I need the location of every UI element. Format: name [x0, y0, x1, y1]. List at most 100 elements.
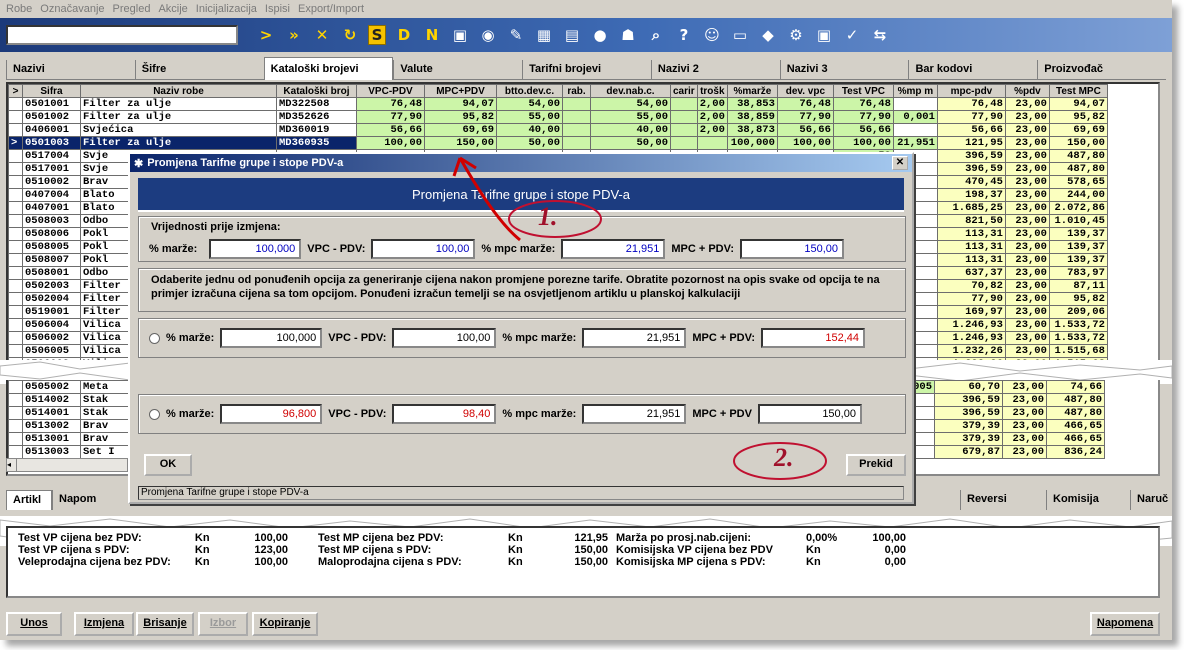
- column-header[interactable]: rab.: [562, 84, 591, 98]
- opt2-mpc-field[interactable]: 150,00: [757, 404, 862, 424]
- column-header[interactable]: trošk: [696, 84, 728, 98]
- table-row[interactable]: >0501003 Filter za ulje MD360935 100,00 150,…: [8, 136, 1108, 150]
- tab-2[interactable]: Kataloški brojevi: [263, 57, 394, 80]
- opt2-vpc-field[interactable]: 98,40: [392, 404, 497, 424]
- toolbar-icon-5[interactable]: D: [394, 25, 414, 45]
- toolbar-icon-9[interactable]: ✎: [506, 25, 526, 45]
- column-header[interactable]: Naziv robe: [80, 84, 277, 98]
- column-header[interactable]: VPC-PDV: [356, 84, 425, 98]
- toolbar-icon-7[interactable]: ▣: [450, 25, 470, 45]
- column-header[interactable]: mpc-pdv: [936, 84, 1006, 98]
- table-cell: 0501001: [22, 97, 81, 111]
- option1-panel[interactable]: % marže: 100,000 VPC - PDV: 100,00 % mpc…: [138, 318, 906, 358]
- toolbar-icon-17[interactable]: ▭: [730, 25, 750, 45]
- izmjena-button[interactable]: Izmjena: [74, 612, 134, 636]
- toolbar-icon-18[interactable]: ◆: [758, 25, 778, 45]
- toolbar-icon-13[interactable]: ☗: [618, 25, 638, 45]
- izbor-button[interactable]: Izbor: [198, 612, 248, 636]
- toolbar-icon-3[interactable]: ↻: [340, 25, 360, 45]
- column-header[interactable]: %mp m: [892, 84, 938, 98]
- toolbar-icon-19[interactable]: ⚙: [786, 25, 806, 45]
- detail-unit: Kn: [508, 556, 523, 568]
- table-cell: [8, 253, 23, 267]
- before-mpc-field[interactable]: 150,00: [740, 239, 845, 259]
- toolbar-icon-14[interactable]: ⌕: [646, 25, 666, 45]
- tab-4[interactable]: Tarifni brojevi: [522, 60, 651, 79]
- horizontal-scrollbar[interactable]: ◂: [6, 458, 128, 472]
- unos-button[interactable]: Unos: [6, 612, 62, 636]
- column-header[interactable]: Sifra: [22, 84, 81, 98]
- opt1-mpc-field[interactable]: 152,44: [761, 328, 866, 348]
- tab-artikl[interactable]: Artikl: [6, 490, 52, 510]
- brisanje-button[interactable]: Brisanje: [136, 612, 194, 636]
- tab-komisija[interactable]: Komisija: [1046, 490, 1130, 510]
- column-header[interactable]: %pdv: [1004, 84, 1050, 98]
- option2-panel[interactable]: % marže: 96,800 VPC - PDV: 98,40 % mpc m…: [138, 394, 906, 434]
- tab-5[interactable]: Nazivi 2: [650, 60, 780, 79]
- tab-napomena[interactable]: Napom: [52, 490, 96, 510]
- cancel-button[interactable]: Prekid: [846, 454, 906, 476]
- tab-reversi[interactable]: Reversi: [960, 490, 1046, 510]
- toolbar-icon-21[interactable]: ✓: [842, 25, 862, 45]
- close-button[interactable]: ✕: [892, 156, 908, 170]
- opt1-vpc-field[interactable]: 100,00: [392, 328, 497, 348]
- column-header[interactable]: carir: [670, 84, 698, 98]
- opt2-marze-field[interactable]: 96,800: [220, 404, 323, 424]
- napomena-button[interactable]: Napomena: [1090, 612, 1160, 636]
- table-row[interactable]: 0406001 Svjećica MD360019 56,66 69,69 40,00 40…: [8, 123, 1108, 137]
- ok-button[interactable]: OK: [144, 454, 192, 476]
- menu-item-1[interactable]: Označavanje: [40, 3, 104, 15]
- column-header[interactable]: btto.dev.c.: [496, 84, 563, 98]
- toolbar-icon-22[interactable]: ⇆: [870, 25, 890, 45]
- menu-item-5[interactable]: Ispisi: [265, 3, 290, 15]
- column-header[interactable]: dev.nab.c.: [590, 84, 671, 98]
- option1-radio[interactable]: [149, 332, 160, 344]
- option2-radio[interactable]: [149, 408, 160, 420]
- table-row[interactable]: 0501001 Filter za ulje MD322508 76,48 94,07 5…: [8, 97, 1108, 111]
- toolbar-icon-20[interactable]: ▣: [814, 25, 834, 45]
- opt1-mpc-marze-field[interactable]: 21,951: [582, 328, 687, 348]
- column-header[interactable]: MPC+PDV: [424, 84, 497, 98]
- tab-0[interactable]: Nazivi: [6, 60, 135, 79]
- menu-item-3[interactable]: Akcije: [158, 3, 187, 15]
- toolbar-icon-10[interactable]: ▦: [534, 25, 554, 45]
- column-header[interactable]: Kataloški broj: [276, 84, 357, 98]
- column-header[interactable]: dev. vpc: [776, 84, 834, 98]
- column-header[interactable]: >: [8, 84, 23, 98]
- tab-3[interactable]: Valute: [393, 60, 522, 79]
- tab-narudzbe[interactable]: Naruč: [1130, 490, 1168, 510]
- toolbar-icon-12[interactable]: ●: [590, 25, 610, 45]
- table-cell: [670, 97, 698, 111]
- table-cell: 0517001: [22, 162, 81, 176]
- opt1-marze-field[interactable]: 100,000: [220, 328, 323, 348]
- search-input[interactable]: [6, 25, 238, 45]
- kopiranje-button[interactable]: Kopiranje: [252, 612, 318, 636]
- tab-6[interactable]: Nazivi 3: [779, 60, 909, 79]
- table-cell: 95,82: [1048, 110, 1108, 124]
- toolbar-icon-0[interactable]: >: [256, 25, 276, 45]
- toolbar-icon-6[interactable]: N: [422, 25, 442, 45]
- before-mpc-marze-field[interactable]: 21,951: [561, 239, 666, 259]
- table-cell: 0513002: [22, 419, 81, 433]
- tab-8[interactable]: Proizvođač: [1037, 60, 1166, 79]
- menu-item-6[interactable]: Export/Import: [298, 3, 364, 15]
- column-header[interactable]: %marže: [726, 84, 778, 98]
- toolbar-icon-1[interactable]: »: [284, 25, 304, 45]
- menu-item-0[interactable]: Robe: [6, 3, 32, 15]
- toolbar-icon-11[interactable]: ▤: [562, 25, 582, 45]
- table-row[interactable]: 0501002 Filter za ulje MD352626 77,90 95,82 5…: [8, 110, 1108, 124]
- column-header[interactable]: Test MPC: [1048, 84, 1108, 98]
- toolbar-icon-16[interactable]: ☺: [702, 25, 722, 45]
- menu-item-4[interactable]: Inicijalizacija: [196, 3, 257, 15]
- column-header[interactable]: Test VPC: [832, 84, 894, 98]
- tab-1[interactable]: Šifre: [134, 60, 264, 79]
- toolbar-icon-4[interactable]: S: [368, 25, 386, 45]
- toolbar-icon-2[interactable]: ✕: [312, 25, 332, 45]
- toolbar-icon-8[interactable]: ◉: [478, 25, 498, 45]
- menu-item-2[interactable]: Pregled: [113, 3, 151, 15]
- detail-row: Marža po prosj.nab.cijeni: 0,00% 100,00: [616, 532, 906, 544]
- opt2-mpc-marze-field[interactable]: 21,951: [582, 404, 687, 424]
- tab-7[interactable]: Bar kodovi: [908, 60, 1037, 79]
- before-marze-field[interactable]: 100,000: [209, 239, 302, 259]
- toolbar-icon-15[interactable]: ?: [674, 25, 694, 45]
